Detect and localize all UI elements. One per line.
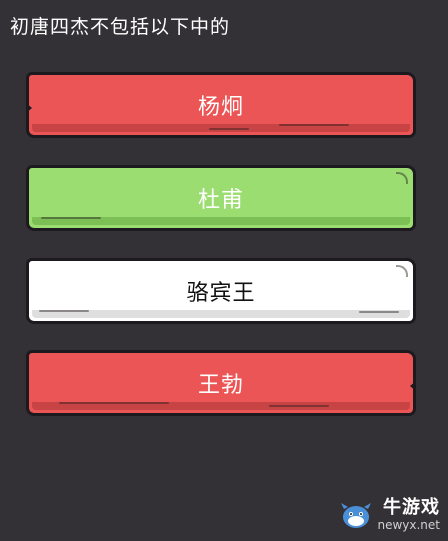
button-scratch [39, 310, 89, 312]
button-scratch [359, 311, 399, 313]
option-button-3[interactable]: 骆宾王 [26, 258, 416, 324]
option-label: 王勃 [197, 373, 244, 398]
watermark-brand-en: newyx.net [377, 518, 440, 532]
quiz-screen: 初唐四杰不包括以下中的 杨炯 杜甫 骆宾王 王勃 牛游戏 newyx.net [0, 0, 448, 541]
watermark: 牛游戏 newyx.net [339, 499, 440, 531]
button-curl [396, 265, 408, 277]
option-button-2[interactable]: 杜甫 [26, 165, 416, 231]
button-notch [26, 103, 32, 113]
button-curl [396, 172, 408, 184]
button-scratch [209, 128, 249, 130]
option-button-1[interactable]: 杨炯 [26, 72, 416, 138]
question-text: 初唐四杰不包括以下中的 [10, 16, 231, 38]
option-button-4[interactable]: 王勃 [26, 350, 416, 416]
option-label: 杜甫 [197, 188, 244, 213]
cow-mascot-icon [341, 503, 372, 528]
button-scratch [41, 217, 101, 219]
button-scratch [269, 405, 329, 407]
option-label: 骆宾王 [186, 281, 256, 306]
watermark-text: 牛游戏 newyx.net [377, 497, 440, 532]
button-scratch [279, 124, 349, 126]
watermark-brand-cn: 牛游戏 [383, 497, 440, 518]
option-label: 杨炯 [197, 95, 244, 120]
button-notch [410, 381, 416, 391]
button-scratch [59, 402, 169, 404]
